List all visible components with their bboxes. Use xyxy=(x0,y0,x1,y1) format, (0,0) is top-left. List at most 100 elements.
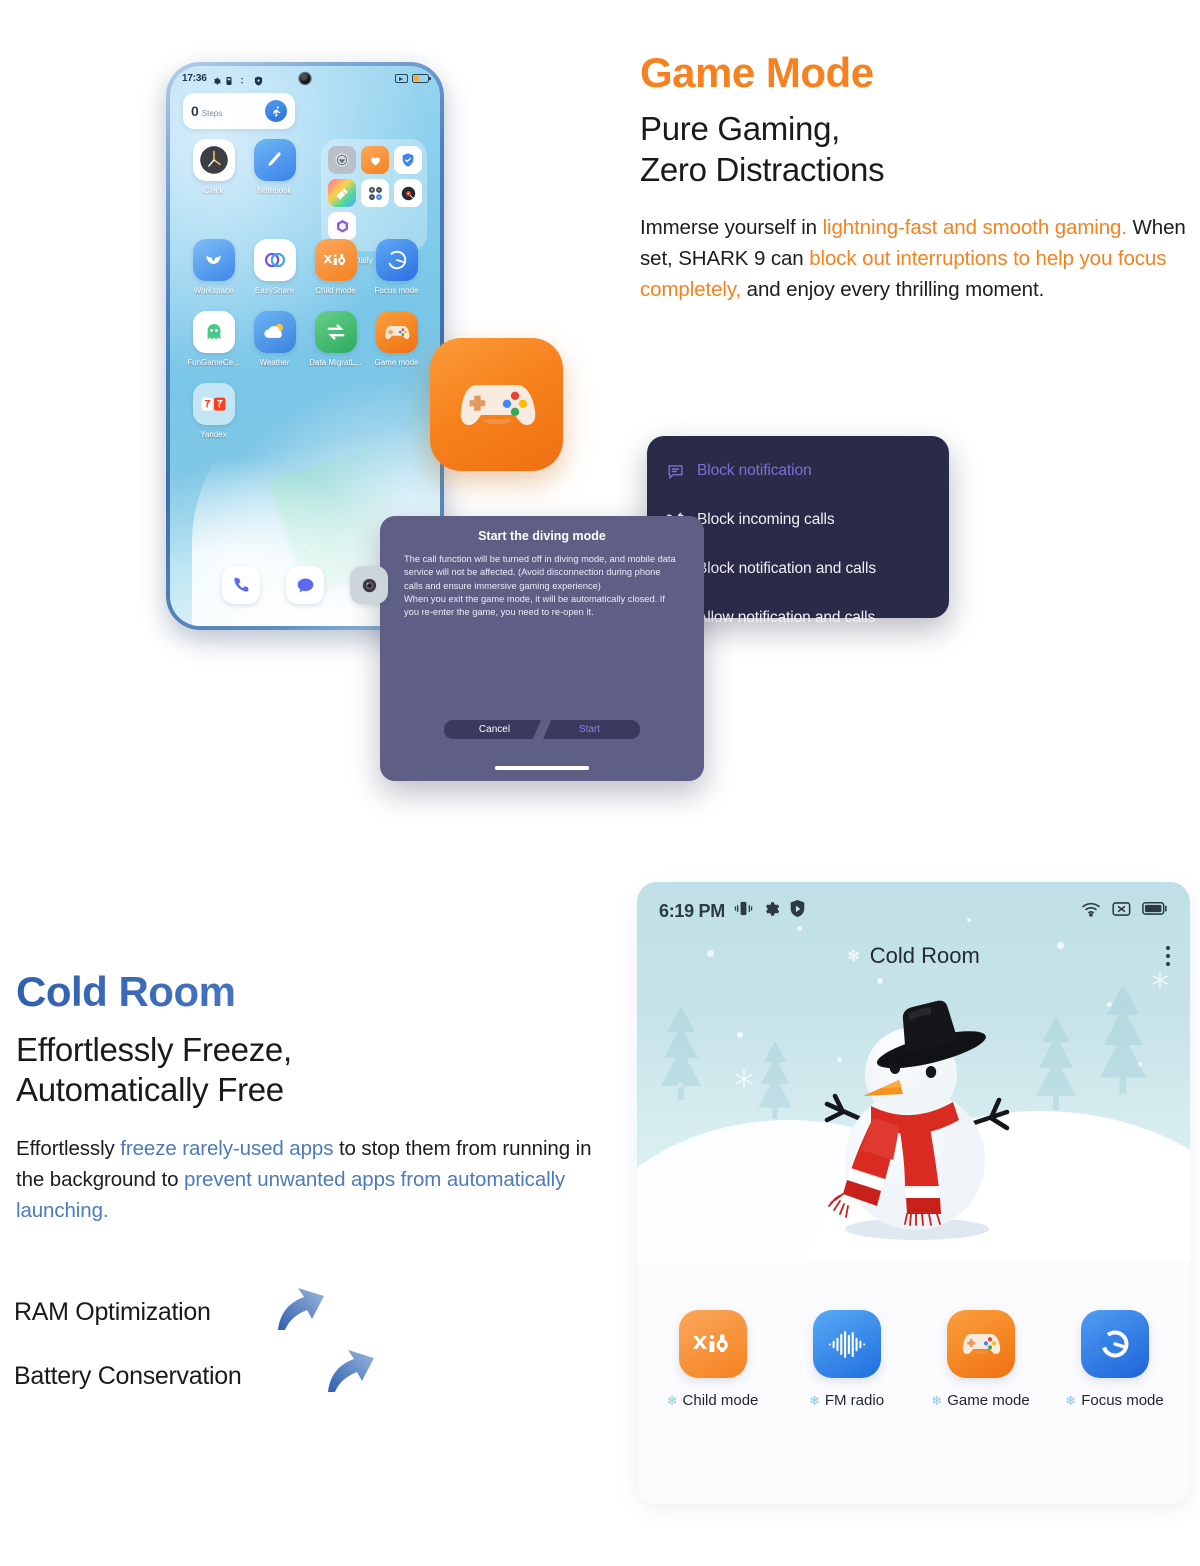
cold-room-subheading-line1: Effortlessly Freeze, xyxy=(16,1031,292,1068)
menu-item-label: Block notification and calls xyxy=(697,560,876,577)
folder-mini-icon-5 xyxy=(361,179,389,207)
frozen-app-label: ❄ Game mode xyxy=(931,1392,1029,1409)
app-workspace[interactable]: Workspace xyxy=(183,239,244,295)
runner-icon xyxy=(265,100,287,122)
label-text: Child mode xyxy=(682,1392,759,1409)
yandex-icon xyxy=(192,383,235,425)
frozen-app-fm-radio[interactable]: ❄ FM radio xyxy=(801,1310,893,1409)
chevron-up-icon[interactable]: ︿ xyxy=(299,535,311,552)
phone-app-row-4: Yandex xyxy=(183,383,427,439)
app-label: Focus mode xyxy=(374,286,419,295)
wifi-icon xyxy=(1081,901,1101,922)
status-right-icons xyxy=(395,73,431,83)
app-notebook[interactable]: Notebook xyxy=(244,139,305,195)
body-seg-1: lightning-fast and smooth gaming. xyxy=(822,215,1127,239)
folder-mini-icon-3 xyxy=(394,146,422,174)
snowflake-decoration xyxy=(1150,970,1170,995)
menu-item-block-notification-and-calls[interactable]: Block notification and calls xyxy=(665,551,931,587)
app-easyshare[interactable]: EasyShare xyxy=(244,239,305,295)
app-label: Data MigratL... xyxy=(309,358,362,367)
snowflake-icon: ❄ xyxy=(931,1392,943,1408)
folder-mini-icon-2 xyxy=(361,146,389,174)
feature-ram-optimization: RAM Optimization xyxy=(14,1298,211,1326)
front-camera-icon xyxy=(299,73,311,84)
kid-icon xyxy=(314,239,357,281)
app-label: FunGameCe... xyxy=(187,358,240,367)
steps-widget[interactable]: 0 Steps xyxy=(183,93,295,129)
up-arrow-icon xyxy=(322,1332,380,1401)
game-mode-subheading: Pure Gaming, Zero Distractions xyxy=(640,109,1192,190)
easyshare-icon xyxy=(253,239,296,281)
steps-label: Steps xyxy=(201,108,223,118)
app-game-mode[interactable]: Game mode xyxy=(366,311,427,367)
snowman-illustration xyxy=(799,1000,1029,1250)
shield-play-icon xyxy=(789,899,806,923)
folder-mini-icon-4 xyxy=(328,179,356,207)
camera-icon[interactable] xyxy=(350,566,388,604)
frozen-app-label: ❄ Child mode xyxy=(667,1392,759,1409)
frozen-app-child-mode[interactable]: ❄ Child mode xyxy=(667,1310,759,1409)
menu-item-block-notification[interactable]: Block notification xyxy=(665,453,931,489)
sim-icon xyxy=(226,73,235,85)
snowflake-icon: ✻ xyxy=(847,948,860,965)
menu-item-block-incoming-calls[interactable]: Block incoming calls xyxy=(665,502,931,538)
cancel-button[interactable]: Cancel xyxy=(444,720,541,739)
phone-icon[interactable] xyxy=(222,566,260,604)
app-yandex[interactable]: Yandex xyxy=(183,383,244,439)
dialog-home-indicator xyxy=(495,766,589,770)
menu-item-allow-notification-and-calls[interactable]: Allow notification and calls xyxy=(665,600,931,636)
vibrate-icon xyxy=(734,899,753,923)
fungamecenter-icon xyxy=(192,311,235,353)
snowflake-decoration xyxy=(733,1068,755,1095)
app-clock[interactable]: Clock xyxy=(183,139,244,195)
snowflake-icon: ❄ xyxy=(1065,1392,1077,1408)
game-mode-subheading-line2: Zero Distractions xyxy=(640,150,885,188)
snowflake-icon: ❄ xyxy=(666,1392,678,1408)
label-text: FM radio xyxy=(824,1392,885,1409)
gamepad-icon xyxy=(946,1310,1015,1378)
tree-decoration xyxy=(657,1002,705,1107)
app-label: Child mode xyxy=(315,286,356,295)
frozen-app-label: ❄ Focus mode xyxy=(1065,1392,1163,1409)
dialog-title: Start the diving mode xyxy=(478,529,606,543)
frozen-app-game-mode[interactable]: ❄ Game mode xyxy=(931,1310,1030,1409)
cold-room-app-panel: 6:19 PM ✻ Cold Room ❄ Child mode ❄ FM ra… xyxy=(637,882,1190,1504)
battery-icon xyxy=(412,73,431,83)
app-fungamecenter[interactable]: FunGameCe... xyxy=(183,311,244,367)
start-button[interactable]: Start xyxy=(543,720,640,739)
cold-room-body: Effortlessly freeze rarely-used apps to … xyxy=(16,1133,616,1226)
gear-icon xyxy=(212,73,221,85)
app-label: EasyShare xyxy=(254,286,295,295)
diving-mode-dialog: Start the diving mode The call function … xyxy=(380,516,704,781)
app-label: Yandex xyxy=(200,430,227,439)
cold-room-text-block: Cold Room Effortlessly Freeze, Automatic… xyxy=(16,968,616,1226)
phone-app-row-3: FunGameCe... Weather Data MigratL... Gam… xyxy=(183,311,427,367)
kebab-menu-icon[interactable] xyxy=(1166,946,1170,966)
cold-room-illustration-area: 6:19 PM ✻ Cold Room xyxy=(637,882,1190,1262)
tree-decoration xyxy=(1094,980,1152,1101)
marketing-page: Game Mode Pure Gaming, Zero Distractions… xyxy=(0,0,1200,1566)
tree-decoration xyxy=(755,1037,795,1126)
folder-mini-icon-7 xyxy=(328,212,356,240)
feature-battery-conservation: Battery Conservation xyxy=(14,1362,242,1390)
message-icon[interactable] xyxy=(286,566,324,604)
app-weather[interactable]: Weather xyxy=(244,311,305,367)
snowflake-icon: ❄ xyxy=(808,1392,820,1408)
cast-icon xyxy=(395,73,408,83)
app-label: Game mode xyxy=(374,358,419,367)
frozen-app-focus-mode[interactable]: ❄ Focus mode xyxy=(1065,1310,1164,1409)
daily-apps-folder[interactable] xyxy=(321,139,427,251)
label-text: Game mode xyxy=(947,1392,1030,1409)
weather-icon xyxy=(253,311,296,353)
game-mode-subheading-line1: Pure Gaming, xyxy=(640,110,840,148)
game-mode-heading: Game Mode xyxy=(640,49,874,96)
cold-room-subheading-line2: Automatically Free xyxy=(16,1071,284,1109)
game-mode-text-block: Game Mode Pure Gaming, Zero Distractions… xyxy=(640,50,1192,305)
app-label: Clock xyxy=(203,186,224,195)
cold-body-seg-1: freeze rarely-used apps xyxy=(120,1136,334,1160)
focus-icon xyxy=(1080,1310,1149,1378)
app-data-migration[interactable]: Data MigratL... xyxy=(305,311,366,367)
frozen-app-label: ❄ FM radio xyxy=(809,1392,884,1409)
cold-room-frozen-apps: ❄ Child mode ❄ FM radio ❄ Game mode ❄ Fo… xyxy=(637,1262,1190,1409)
gamepad-icon xyxy=(375,311,418,353)
